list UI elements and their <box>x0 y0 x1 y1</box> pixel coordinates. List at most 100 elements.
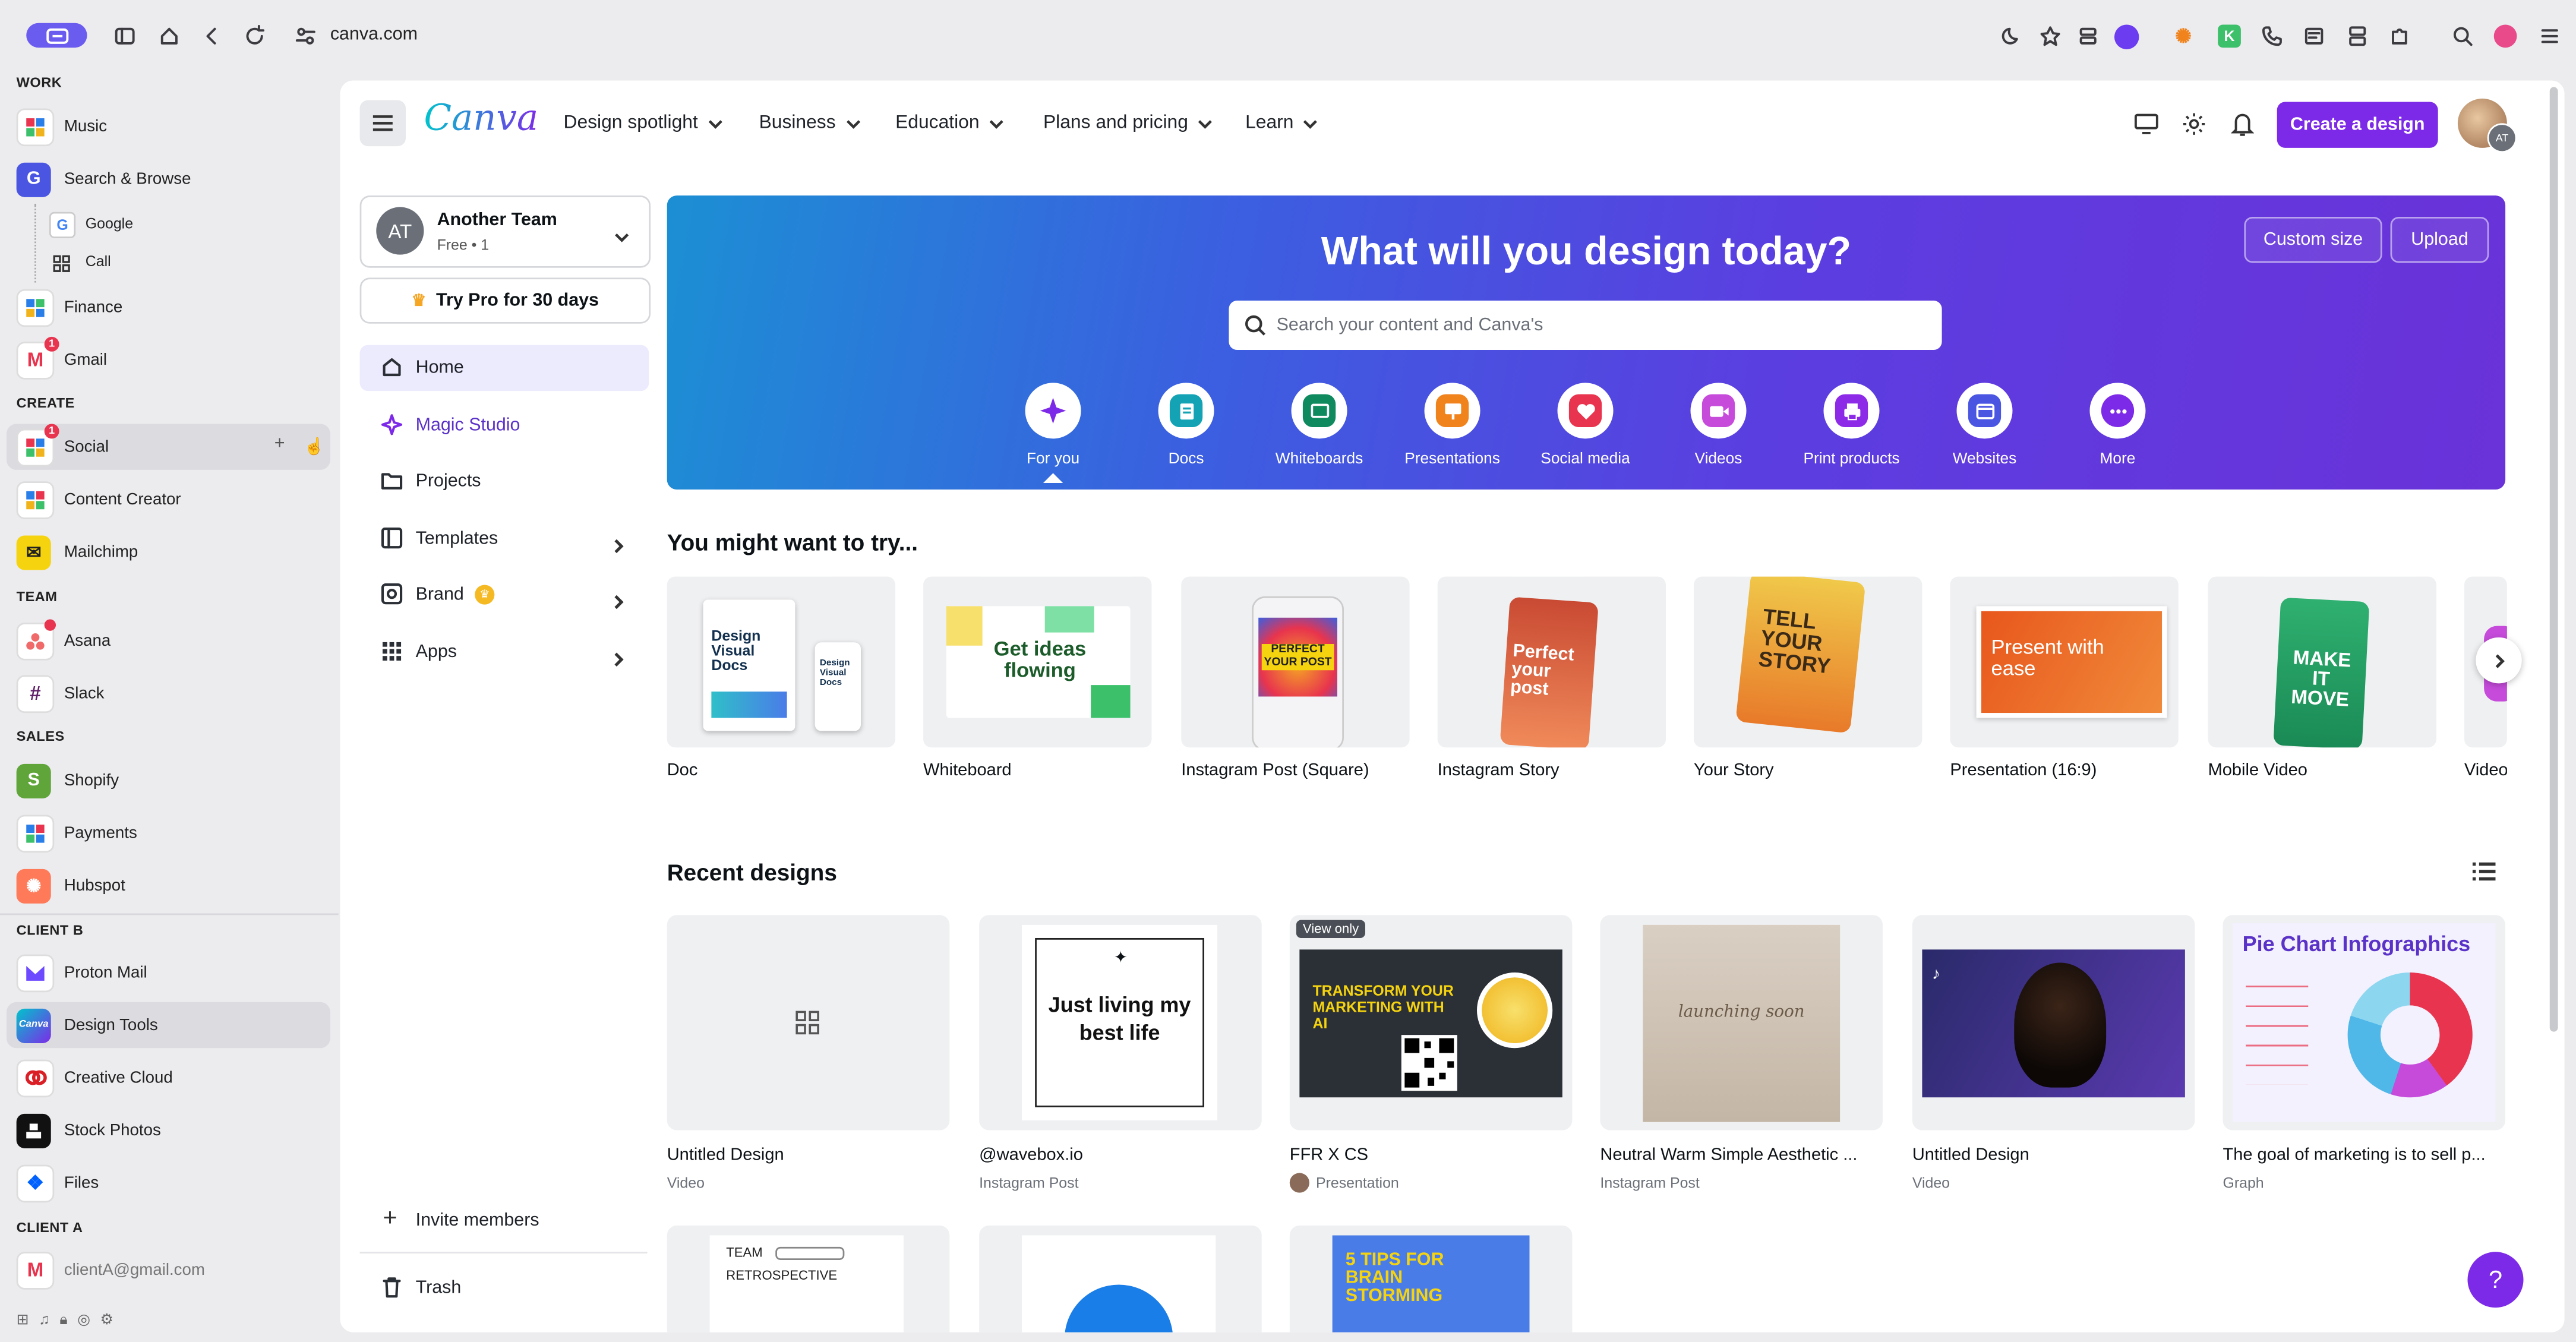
category-more[interactable]: More <box>2052 383 2183 468</box>
phone-extension-icon[interactable] <box>2259 23 2285 49</box>
category-print-products[interactable]: Print products <box>1786 383 1917 468</box>
recent-design-card[interactable]: launching soon <box>1600 915 1883 1131</box>
notification-icon[interactable]: ♫ <box>39 1311 50 1331</box>
sidebar-item-stock-photos[interactable]: Stock Photos <box>7 1107 330 1153</box>
category-whiteboards[interactable]: Whiteboards <box>1254 383 1385 468</box>
menu-icon[interactable] <box>2537 23 2563 49</box>
lock-icon[interactable]: 🔒︎ <box>59 1311 67 1331</box>
help-button[interactable]: ? <box>2467 1252 2524 1308</box>
template-your-story[interactable]: TELL YOUR STORY <box>1694 576 1922 748</box>
canva-logo[interactable]: Canva <box>424 99 538 140</box>
search-icon[interactable] <box>2449 23 2476 49</box>
template-presentation[interactable]: Present with ease <box>1950 576 2179 748</box>
add-space-icon[interactable]: ⊞ <box>17 1311 29 1331</box>
sidebar-item-gmail[interactable]: M 1 Gmail <box>7 336 330 383</box>
category-for-you[interactable]: For you <box>987 383 1119 483</box>
profile-avatar[interactable] <box>2493 24 2517 48</box>
sidebar-item-client-a-email[interactable]: M clientA@gmail.com <box>7 1247 330 1293</box>
search-input[interactable]: Search your content and Canva's <box>1229 301 1942 351</box>
database-icon[interactable] <box>2344 23 2370 49</box>
custom-size-button[interactable]: Custom size <box>2244 217 2382 263</box>
recent-design-card[interactable]: Pie Chart Infographics <box>2223 915 2506 1131</box>
create-design-button[interactable]: Create a design <box>2277 102 2438 148</box>
sidebar-item-creative-cloud[interactable]: Creative Cloud <box>7 1054 330 1100</box>
compass-icon[interactable]: ◎ <box>77 1311 90 1331</box>
sidebar-item-files[interactable]: ❖ Files <box>7 1160 330 1205</box>
extension-pen-icon[interactable] <box>2114 24 2139 49</box>
hubspot-extension-icon[interactable]: ✺ <box>2175 26 2195 46</box>
hamburger-menu-icon[interactable] <box>359 100 406 147</box>
workspace-switcher[interactable] <box>26 23 87 48</box>
recent-design-card[interactable]: TEAM RETROSPECTIVE <box>667 1225 950 1332</box>
sidebar-item-finance[interactable]: Finance <box>7 284 330 330</box>
category-docs[interactable]: Docs <box>1120 383 1252 468</box>
home-icon[interactable] <box>156 23 182 49</box>
notifications-bell-icon[interactable] <box>2230 112 2257 138</box>
stack-icon[interactable] <box>2075 23 2101 49</box>
nav-templates[interactable]: Templates <box>360 516 649 561</box>
upload-button[interactable]: Upload <box>2390 217 2489 263</box>
extensions-puzzle-icon[interactable] <box>2387 23 2413 49</box>
nav-learn[interactable]: Learn <box>1245 113 1318 133</box>
nav-education[interactable]: Education <box>895 113 1004 133</box>
nav-home[interactable]: Home <box>359 345 649 391</box>
recent-design-title[interactable]: Untitled Design <box>667 1145 950 1164</box>
recent-design-card[interactable]: 5 TIPS FOR BRAIN STORMING <box>1289 1225 1573 1332</box>
back-icon[interactable] <box>199 23 225 49</box>
recent-design-card[interactable] <box>667 915 950 1131</box>
reload-icon[interactable] <box>241 23 267 49</box>
site-settings-icon[interactable] <box>292 23 318 49</box>
template-doc[interactable]: Design Visual Docs Design Visual Docs <box>667 576 896 748</box>
sidebar-toggle-icon[interactable] <box>112 23 138 49</box>
nav-magic-studio[interactable]: Magic Studio <box>360 402 649 448</box>
sidebar-item-asana[interactable]: Asana <box>7 618 330 664</box>
sidebar-item-music[interactable]: Music <box>7 103 330 149</box>
sidebar-item-social[interactable]: 1 Social + ☝ <box>7 424 330 470</box>
template-instagram-story[interactable]: Perfect your post <box>1437 576 1666 748</box>
recent-design-card[interactable]: View only TRANSFORM YOUR MARKETING WITH … <box>1289 915 1573 1131</box>
sidebar-item-search-browse[interactable]: G Search & Browse <box>7 156 330 202</box>
nav-trash[interactable]: Trash <box>360 1265 649 1311</box>
list-view-icon[interactable] <box>2472 861 2496 884</box>
desktop-app-icon[interactable] <box>2134 113 2160 137</box>
try-pro-button[interactable]: ♛ Try Pro for 30 days <box>359 277 651 324</box>
sidebar-item-content-creator[interactable]: Content Creator <box>7 476 330 522</box>
category-websites[interactable]: Websites <box>1919 383 2050 468</box>
sidebar-item-mailchimp[interactable]: ✉ Mailchimp <box>7 529 330 574</box>
settings-gear-icon[interactable] <box>2182 112 2208 138</box>
add-icon[interactable]: + <box>274 434 285 453</box>
sidebar-item-proton-mail[interactable]: Proton Mail <box>7 949 330 995</box>
tabs-extension-icon[interactable] <box>2302 23 2328 49</box>
recent-design-title[interactable]: FFR X CS <box>1290 1145 1573 1164</box>
template-whiteboard[interactable]: Get ideas flowing <box>923 576 1152 748</box>
sidebar-item-design-tools[interactable]: Canva Design Tools <box>7 1002 330 1049</box>
nav-plans-pricing[interactable]: Plans and pricing <box>1043 113 1213 133</box>
scrollbar-thumb[interactable] <box>2549 87 2558 1032</box>
recent-design-title[interactable]: @wavebox.io <box>979 1145 1262 1164</box>
recent-design-card[interactable]: ✦ Just living my best life <box>979 915 1262 1131</box>
settings-icon[interactable]: ⚙ <box>100 1311 113 1331</box>
sidebar-item-slack[interactable]: # Slack <box>7 670 330 716</box>
sidebar-item-payments[interactable]: Payments <box>7 810 330 855</box>
nav-apps[interactable]: Apps <box>360 629 649 675</box>
sidebar-item-shopify[interactable]: S Shopify <box>7 757 330 803</box>
dark-mode-icon[interactable] <box>1999 23 2025 49</box>
recent-design-card[interactable] <box>979 1225 1262 1332</box>
recent-design-title[interactable]: Neutral Warm Simple Aesthetic ... <box>1600 1145 1883 1164</box>
sidebar-subitem-call[interactable]: Call <box>46 245 325 277</box>
nav-design-spotlight[interactable]: Design spotlight <box>563 113 722 133</box>
address-bar[interactable]: canva.com <box>330 24 418 44</box>
carousel-next-button[interactable] <box>2476 637 2522 684</box>
template-instagram-post[interactable]: PERFECT YOUR POST <box>1181 576 1410 748</box>
recent-design-title[interactable]: The goal of marketing is to sell p... <box>2223 1145 2505 1164</box>
k-extension-icon[interactable]: K <box>2218 24 2241 48</box>
nav-business[interactable]: Business <box>759 113 860 133</box>
invite-members-button[interactable]: + Invite members <box>360 1198 649 1243</box>
nav-projects[interactable]: Projects <box>360 459 649 504</box>
nav-brand[interactable]: Brand ♛ <box>360 571 649 617</box>
category-presentations[interactable]: Presentations <box>1387 383 1518 468</box>
category-social-media[interactable]: Social media <box>1520 383 1651 468</box>
sidebar-subitem-google[interactable]: G Google <box>46 207 325 239</box>
recent-design-card[interactable]: ♪ <box>1912 915 2195 1131</box>
bookmark-star-icon[interactable] <box>2037 23 2063 49</box>
